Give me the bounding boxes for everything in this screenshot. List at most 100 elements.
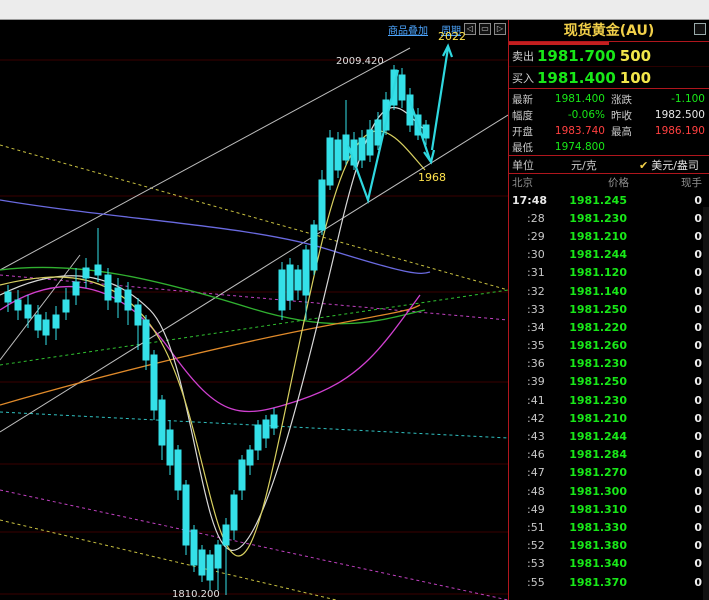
candle-body — [246, 449, 254, 466]
buy-quote-row: 买入 1981.400 100 — [509, 67, 709, 89]
tick-volume: 0 — [694, 539, 702, 553]
tick-row: 17:48 1981.245 0 — [509, 191, 709, 209]
buy-label: 买入 — [512, 71, 534, 85]
tick-price: 1981.260 — [569, 339, 627, 353]
stat-value: 1974.800 — [554, 141, 605, 153]
tick-price: 1981.370 — [569, 575, 627, 589]
stat-key: 幅度 — [512, 109, 533, 122]
tick-time: :43 — [527, 430, 545, 444]
tick-time: :29 — [527, 229, 545, 243]
candle-body — [366, 129, 374, 156]
unit-alt-toggle[interactable]: ✔ 美元/盎司 — [639, 157, 709, 173]
tick-volume: 0 — [694, 248, 702, 262]
tick-price: 1981.244 — [569, 248, 627, 262]
tick-row: :31 1981.120 0 — [509, 264, 709, 282]
candle-body — [42, 319, 50, 336]
panel-title-bar: 现货黄金(AU) — [509, 20, 709, 42]
tick-price: 1981.120 — [569, 266, 627, 280]
panel-window-icon[interactable] — [694, 23, 706, 35]
tick-row: :51 1981.330 0 — [509, 518, 709, 536]
low-price-label: 1810.200 — [172, 589, 220, 600]
candle-body — [62, 299, 70, 313]
tick-volume: 0 — [694, 357, 702, 371]
tick-price: 1981.245 — [569, 193, 627, 207]
next-icon[interactable]: ▷ — [494, 23, 506, 35]
candle-body — [166, 429, 174, 466]
tick-volume: 0 — [694, 520, 702, 534]
tick-volume: 0 — [694, 229, 702, 243]
candle-body — [222, 524, 230, 546]
window-top-strip — [0, 0, 709, 20]
tick-row: :46 1981.284 0 — [509, 446, 709, 464]
tick-row: :52 1981.380 0 — [509, 537, 709, 555]
candle-body — [142, 319, 150, 361]
tick-time: :32 — [527, 284, 545, 298]
tick-volume: 0 — [694, 302, 702, 316]
tick-price: 1981.300 — [569, 484, 627, 498]
window-icon[interactable]: ▭ — [479, 23, 491, 35]
tick-time: :28 — [527, 211, 545, 225]
tick-price: 1981.340 — [569, 557, 627, 571]
ma-orange-line — [0, 304, 421, 406]
candle-body — [124, 289, 132, 311]
candle-body — [254, 424, 262, 451]
buy-volume: 100 — [619, 68, 652, 87]
tick-row: :39 1981.250 0 — [509, 373, 709, 391]
chart-canvas[interactable] — [0, 20, 508, 600]
tick-scrollbar[interactable] — [703, 207, 709, 600]
stat-key: 昨收 — [611, 109, 632, 122]
tick-price: 1981.250 — [569, 375, 627, 389]
candle-body — [422, 124, 430, 139]
sell-quote-row: 卖出 1981.700 500 — [509, 45, 709, 67]
tick-time: :30 — [527, 248, 545, 262]
candle-body — [14, 299, 22, 311]
tick-row: :53 1981.340 0 — [509, 555, 709, 573]
candle-body — [318, 179, 326, 231]
tick-volume: 0 — [694, 557, 702, 571]
tick-row: :55 1981.370 0 — [509, 573, 709, 591]
candle-body — [94, 264, 102, 276]
col-volume: 现手 — [681, 177, 702, 189]
tick-time: :53 — [527, 557, 545, 571]
candle-body — [104, 274, 112, 301]
candle-body — [34, 314, 42, 331]
tick-volume: 0 — [694, 411, 702, 425]
tick-time: :34 — [527, 320, 545, 334]
candle-body — [198, 549, 206, 576]
quote-panel: 现货黄金(AU) 卖出 1981.700 500 买入 1981.400 100… — [508, 20, 709, 600]
overlay-link[interactable]: 商品叠加 — [388, 22, 428, 37]
ma-white-line — [0, 106, 426, 551]
stat-key: 最新 — [512, 93, 533, 106]
tick-time: :42 — [527, 411, 545, 425]
candle-body — [134, 304, 142, 326]
tick-row: :47 1981.270 0 — [509, 464, 709, 482]
sell-price: 1981.700 — [537, 46, 616, 65]
buy-price: 1981.400 — [537, 68, 616, 87]
candle-body — [206, 554, 214, 581]
tick-row: :35 1981.260 0 — [509, 337, 709, 355]
tick-list[interactable]: 17:48 1981.245 0:28 1981.230 0:29 1981.210 0:3… — [509, 191, 709, 591]
tick-row: :43 1981.244 0 — [509, 427, 709, 445]
col-price: 价格 — [608, 177, 629, 189]
stats-block: 最新 1981.400 涨跌 -1.100 幅度 -0.06% 昨收 1982.… — [509, 89, 709, 156]
unit-alt-label: 美元/盎司 — [651, 158, 699, 172]
tick-volume: 0 — [694, 430, 702, 444]
stat-line: 最新 1981.400 涨跌 -1.100 — [509, 91, 709, 107]
tick-price: 1981.380 — [569, 539, 627, 553]
candle-body — [358, 137, 366, 161]
projection-up-arrow — [430, 47, 450, 151]
stat-key: 开盘 — [512, 125, 533, 138]
tick-row: :42 1981.210 0 — [509, 409, 709, 427]
tick-volume: 0 — [694, 339, 702, 353]
tick-price: 1981.330 — [569, 520, 627, 534]
unit-value[interactable]: 元/克 — [559, 157, 639, 173]
stat-line: 最低 1974.800 — [509, 139, 709, 155]
sell-label: 卖出 — [512, 49, 534, 63]
tick-price: 1981.220 — [569, 320, 627, 334]
tick-row: :36 1981.230 0 — [509, 355, 709, 373]
stat-value: -1.100 — [671, 93, 705, 105]
stat-value: 1981.400 — [554, 93, 605, 105]
candlestick-chart[interactable]: 商品叠加 周期 ◁ ▭ ▷ 2009.420 1810.200 2022 196… — [0, 20, 508, 600]
tick-row: :48 1981.300 0 — [509, 482, 709, 500]
col-time: 北京 — [512, 177, 533, 189]
